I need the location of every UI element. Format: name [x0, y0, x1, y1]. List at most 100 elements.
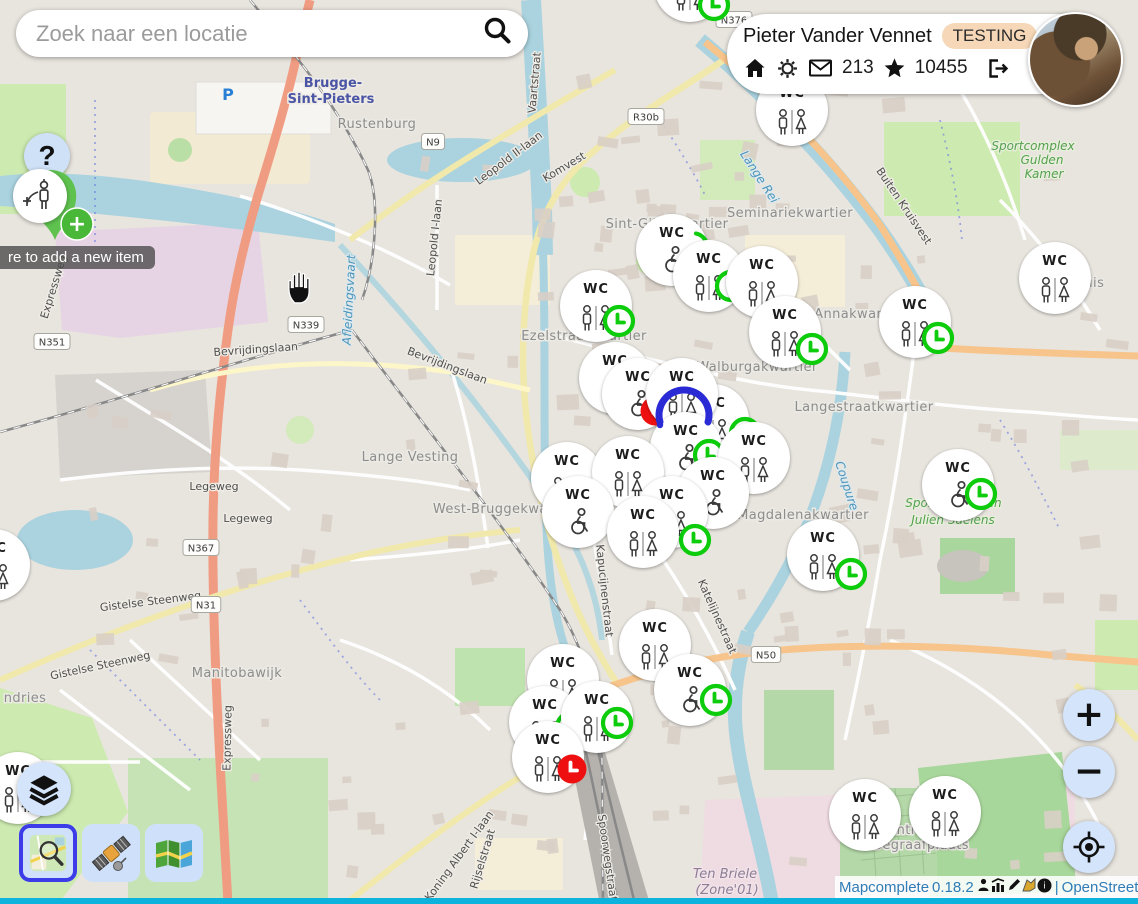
svg-text:WC: WC [0, 541, 7, 556]
star-icon[interactable] [883, 57, 906, 79]
map-label: Legeweg [223, 512, 272, 525]
svg-text:WC: WC [669, 370, 695, 385]
contributors-icon[interactable] [977, 878, 990, 896]
svg-text:WC: WC [625, 370, 651, 385]
svg-text:WC: WC [677, 666, 703, 681]
layers-icon [26, 772, 62, 806]
opening-hours-badge [605, 307, 633, 335]
wc-marker[interactable]: WC [542, 476, 614, 548]
search-icon[interactable] [480, 14, 514, 53]
svg-text:WC: WC [550, 656, 576, 671]
stars-count[interactable]: 10455 [915, 57, 968, 79]
folded-map-icon [151, 830, 197, 876]
geolocate-button[interactable] [1063, 821, 1115, 873]
svg-text:WC: WC [532, 698, 558, 713]
svg-text:i: i [1043, 881, 1046, 891]
mail-icon[interactable] [808, 58, 833, 78]
road-ref-badge: N9 [422, 134, 445, 150]
satellite-icon [88, 830, 134, 876]
road-ref-badge: N50 [751, 647, 781, 663]
geolocate-icon [1072, 830, 1106, 864]
svg-text:N367: N367 [188, 544, 215, 555]
mapcomplete-app: Brugge-Sint-PietersRustenburgSint-Gillis… [0, 0, 1138, 904]
svg-text:WC: WC [584, 693, 610, 708]
map-label: Rustenburg [338, 117, 417, 132]
home-icon[interactable] [743, 56, 767, 80]
opening-hours-badge [558, 755, 587, 784]
map-label: Brugge- [304, 76, 362, 91]
svg-text:WC: WC [642, 621, 668, 636]
statistics-icon[interactable] [991, 878, 1006, 896]
svg-text:WC: WC [945, 461, 971, 476]
avatar[interactable] [1028, 12, 1123, 107]
road-ref-badge: N339 [288, 317, 324, 333]
zoom-in-button[interactable]: + [1063, 689, 1115, 741]
map-label: Legeweg [189, 480, 238, 493]
svg-text:WC: WC [749, 258, 775, 273]
svg-text:WC: WC [700, 469, 726, 484]
svg-text:WC: WC [852, 791, 878, 806]
opening-hours-badge [967, 480, 995, 508]
attribution-app-name[interactable]: Mapcomplete [839, 879, 929, 896]
svg-text:WC: WC [659, 226, 685, 241]
add-plus-label: + [68, 212, 86, 237]
basemap-switcher [19, 824, 203, 882]
svg-text:WC: WC [659, 488, 685, 503]
map-canvas[interactable]: Brugge-Sint-PietersRustenburgSint-Gillis… [0, 0, 1138, 904]
theme-icon[interactable] [1022, 878, 1036, 896]
zoom-out-button[interactable]: − [1063, 746, 1115, 798]
road-ref-badge: N31 [191, 597, 221, 613]
search-input[interactable] [34, 20, 480, 48]
wc-marker[interactable]: WC [909, 776, 981, 848]
svg-text:WC: WC [565, 488, 591, 503]
basemap-folded-map[interactable] [145, 824, 203, 882]
road-ref-badge: N351 [34, 334, 70, 350]
svg-text:WC: WC [932, 788, 958, 803]
svg-text:WC: WC [810, 531, 836, 546]
svg-text:N9: N9 [426, 138, 440, 149]
map-label: Sportcomplex [991, 139, 1075, 153]
wc-marker[interactable]: WC [1019, 242, 1091, 314]
edit-pencil-icon[interactable] [1007, 878, 1021, 896]
svg-text:WC: WC [696, 252, 722, 267]
svg-text:WC: WC [583, 282, 609, 297]
svg-text:WC: WC [554, 454, 580, 469]
logout-icon[interactable] [985, 57, 1010, 80]
svg-text:WC: WC [535, 733, 561, 748]
testing-badge: TESTING [942, 23, 1038, 49]
basemap-satellite[interactable] [82, 824, 140, 882]
svg-text:N339: N339 [293, 321, 320, 332]
map-label: Lange Vesting [362, 450, 459, 465]
user-name[interactable]: Pieter Vander Vennet [743, 25, 932, 48]
osm-attribution-link[interactable]: OpenStreetMap [1062, 879, 1138, 896]
wc-marker[interactable]: WC [607, 496, 679, 568]
map-label: Seminariekwartier [727, 206, 853, 221]
opening-hours-badge [837, 560, 865, 588]
gear-icon[interactable] [776, 57, 799, 80]
map-label: ndries [4, 691, 47, 706]
messages-count[interactable]: 213 [842, 57, 874, 79]
opening-hours-badge [798, 335, 826, 363]
svg-text:N351: N351 [39, 338, 66, 349]
road-ref-badge: N367 [183, 540, 219, 556]
map-label: Sint-Pieters [288, 92, 375, 107]
map-label: (Zone'01) [695, 883, 758, 898]
svg-text:N31: N31 [196, 601, 216, 612]
hand-cursor-icon [283, 270, 315, 304]
svg-text:WC: WC [615, 448, 641, 463]
opening-hours-badge [681, 526, 709, 554]
road-ref-badge: R30b [628, 109, 664, 125]
svg-text:WC: WC [673, 424, 699, 439]
add-hint-tooltip: re to add a new item [0, 246, 155, 269]
wc-marker[interactable]: WC [829, 779, 901, 851]
layers-button[interactable] [17, 762, 71, 816]
basemap-osm-carto[interactable] [19, 824, 77, 882]
map-label: P [222, 85, 234, 104]
svg-text:WC: WC [772, 308, 798, 323]
svg-text:N50: N50 [756, 651, 776, 662]
opening-hours-badge [603, 709, 631, 737]
map-label: Expressweg [220, 705, 234, 771]
copyright-icon[interactable]: i [1037, 878, 1052, 897]
map-label: Manitobawijk [192, 666, 283, 681]
map-label: Ten Briele [693, 867, 757, 882]
